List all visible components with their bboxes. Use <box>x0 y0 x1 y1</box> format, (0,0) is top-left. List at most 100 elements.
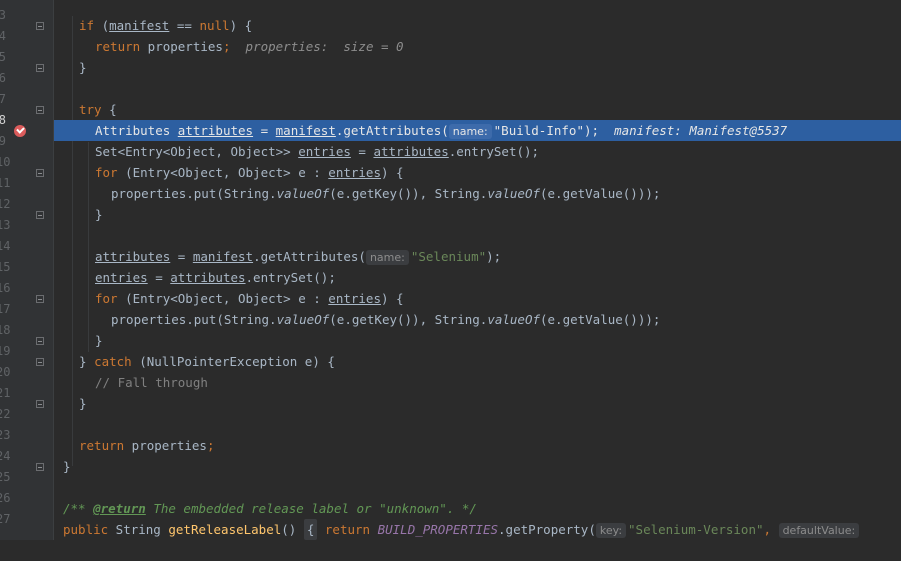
code-text: (NullPointerException e) { <box>131 354 335 369</box>
code-line[interactable]: } <box>54 393 901 414</box>
string-literal: "Selenium-Version" <box>628 522 764 537</box>
current-execution-line[interactable]: Attributes attributes = manifest.getAttr… <box>54 120 901 141</box>
line-number: 22 <box>0 404 10 425</box>
code-line[interactable]: } <box>54 204 901 225</box>
static-method: valueOf <box>276 186 330 201</box>
fold-toggle-icon[interactable] <box>36 22 44 30</box>
code-text: } <box>79 60 87 75</box>
code-text: } <box>79 396 87 411</box>
code-text: .entrySet(); <box>448 144 540 159</box>
variable: entries <box>328 291 381 306</box>
code-line[interactable]: /** @return The embedded release label o… <box>54 498 901 519</box>
string-literal: "Build-Info" <box>493 123 584 138</box>
code-text: ) { <box>229 18 253 33</box>
code-line[interactable]: for (Entry<Object, Object> e : entries) … <box>54 288 901 309</box>
code-line[interactable]: properties.put(String.valueOf(e.getKey()… <box>54 183 901 204</box>
fold-toggle-icon[interactable] <box>36 106 44 114</box>
code-line[interactable]: for (Entry<Object, Object> e : entries) … <box>54 162 901 183</box>
fold-toggle-icon[interactable] <box>36 463 44 471</box>
line-number: 20 <box>0 362 10 383</box>
code-text: } <box>79 354 95 369</box>
code-text: properties.put(String. <box>111 312 277 327</box>
line-number: 5 <box>0 50 6 64</box>
line-number: 25 <box>0 467 10 488</box>
fold-toggle-icon[interactable] <box>36 295 44 303</box>
variable: manifest <box>275 123 336 138</box>
code-line[interactable]: } <box>54 330 901 351</box>
folded-region[interactable]: { <box>303 519 318 540</box>
code-line[interactable]: public String getReleaseLabel() { return… <box>54 519 901 540</box>
line-number: 9 <box>0 134 6 148</box>
code-line[interactable]: } <box>54 57 901 78</box>
code-text: Set<Entry<Object, Object>> <box>95 144 299 159</box>
operator: == <box>169 18 200 33</box>
code-text: String <box>108 522 169 537</box>
line-number: 15 <box>0 257 10 278</box>
line-number: 10 <box>0 152 10 173</box>
code-line[interactable]: entries = attributes.entrySet(); <box>54 267 901 288</box>
code-text: ); <box>486 249 502 264</box>
code-text: ; <box>222 39 231 54</box>
keyword: catch <box>94 354 132 369</box>
line-number: 27 <box>0 509 10 530</box>
code-line[interactable]: // Fall through <box>54 372 901 393</box>
code-line[interactable]: return properties; properties: size = 0 <box>54 36 901 57</box>
code-line[interactable]: if (manifest == null) { <box>54 15 901 36</box>
static-method: valueOf <box>487 186 540 201</box>
fold-toggle-icon[interactable] <box>36 169 44 177</box>
code-text: .getProperty( <box>498 522 596 537</box>
line-number: 19 <box>0 341 10 362</box>
code-text: ; <box>206 438 215 453</box>
operator: = <box>253 123 276 138</box>
code-text: { <box>101 102 117 117</box>
line-number: 11 <box>0 173 10 194</box>
variable: entries <box>298 144 351 159</box>
code-text: (e.getValue())); <box>540 186 661 201</box>
fold-toggle-icon[interactable] <box>36 400 44 408</box>
code-line[interactable]: } <box>54 456 901 477</box>
code-text: ) { <box>380 165 404 180</box>
fold-toggle-icon[interactable] <box>36 337 44 345</box>
keyword: for <box>95 291 118 306</box>
line-number: 6 <box>0 71 6 85</box>
fold-toggle-icon[interactable] <box>36 64 44 72</box>
code-text: .getAttributes( <box>253 249 366 264</box>
parameter-hint: defaultValue: <box>778 523 860 538</box>
code-line[interactable]: properties.put(String.valueOf(e.getKey()… <box>54 309 901 330</box>
debug-inline-value: manifest: Manifest@5537 <box>614 123 788 138</box>
fold-toggle-icon[interactable] <box>36 358 44 366</box>
code-text: (Entry<Object, Object> e : <box>117 291 329 306</box>
line-number: 8 <box>0 113 6 127</box>
parameter-hint: name: <box>448 124 492 139</box>
keyword: null <box>199 18 230 33</box>
code-text: .getAttributes( <box>335 123 449 138</box>
code-text: (e.getKey()), String. <box>329 186 488 201</box>
keyword: return <box>95 39 141 54</box>
keyword: return <box>324 522 371 537</box>
variable: entries <box>328 165 381 180</box>
keyword: public <box>63 522 109 537</box>
debug-inline-value: properties: size = 0 <box>245 39 404 54</box>
code-line[interactable]: attributes = manifest.getAttributes(name… <box>54 246 901 267</box>
method-name: getReleaseLabel <box>168 522 282 537</box>
variable: attributes <box>177 123 254 138</box>
line-number: 4 <box>0 29 6 43</box>
static-method: valueOf <box>487 312 540 327</box>
variable: attributes <box>95 249 171 264</box>
code-line[interactable]: } catch (NullPointerException e) { <box>54 351 901 372</box>
code-text: () <box>281 522 304 537</box>
code-text: (Entry<Object, Object> e : <box>117 165 329 180</box>
code-line[interactable]: try { <box>54 99 901 120</box>
code-text: properties.put(String. <box>111 186 277 201</box>
fold-toggle-icon[interactable] <box>36 211 44 219</box>
line-number: 24 <box>0 446 10 467</box>
code-text: ); <box>583 123 600 138</box>
code-text: } <box>63 459 71 474</box>
code-text: } <box>95 333 103 348</box>
code-line[interactable]: Set<Entry<Object, Object>> entries = att… <box>54 141 901 162</box>
code-line[interactable]: return properties; <box>54 435 901 456</box>
line-number: 3 <box>0 8 6 22</box>
breakpoint-icon[interactable] <box>14 125 26 137</box>
code-text: } <box>95 207 103 222</box>
parameter-hint: key: <box>595 523 627 538</box>
